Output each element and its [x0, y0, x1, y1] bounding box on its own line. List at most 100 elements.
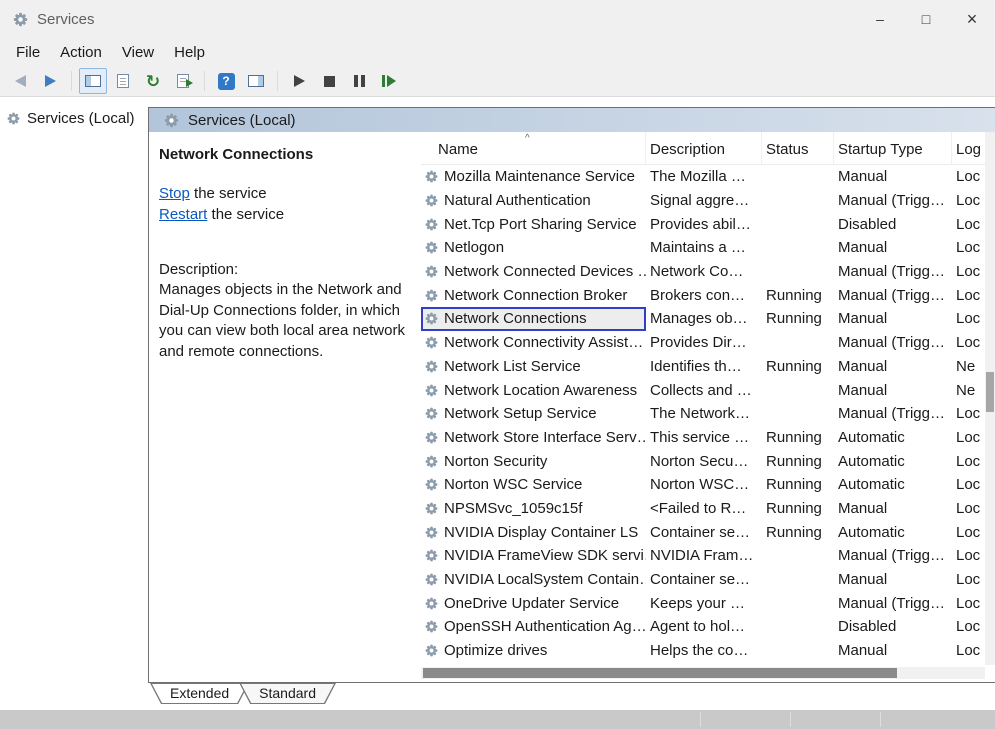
- gear-icon: [424, 311, 439, 326]
- service-status-cell: [762, 568, 834, 592]
- table-row[interactable]: NVIDIA FrameView SDK servi…NVIDIA Fram…M…: [421, 544, 995, 568]
- start-service-button[interactable]: [285, 68, 313, 94]
- table-row[interactable]: Network Connection BrokerBrokers con…Run…: [421, 283, 995, 307]
- horizontal-scrollbar-thumb[interactable]: [423, 668, 897, 678]
- table-row[interactable]: OpenSSH Authentication Ag…Agent to hol…D…: [421, 615, 995, 639]
- table-row[interactable]: Natural AuthenticationSignal aggre…Manua…: [421, 189, 995, 213]
- service-startup-type-cell: Automatic: [834, 426, 952, 450]
- table-row[interactable]: Network ConnectionsManages ob…RunningMan…: [421, 307, 995, 331]
- gear-icon: [424, 264, 439, 279]
- tab-label: Standard: [239, 683, 336, 703]
- table-row[interactable]: NetlogonMaintains a …ManualLoc: [421, 236, 995, 260]
- table-row[interactable]: Optimize drivesHelps the co…ManualLoc: [421, 639, 995, 663]
- service-startup-type-cell: Automatic: [834, 520, 952, 544]
- table-row[interactable]: Norton SecurityNorton Secu…RunningAutoma…: [421, 449, 995, 473]
- export-list-button[interactable]: [169, 68, 197, 94]
- menu-help[interactable]: Help: [164, 41, 215, 64]
- service-startup-type-cell: Manual: [834, 355, 952, 379]
- show-hide-console-tree-button[interactable]: [79, 68, 107, 94]
- service-status-cell: Running: [762, 283, 834, 307]
- gear-icon: [424, 406, 439, 421]
- stop-service-link[interactable]: Stop: [159, 185, 190, 202]
- service-status-cell: Running: [762, 520, 834, 544]
- service-name-label: NVIDIA LocalSystem Contain…: [444, 571, 646, 588]
- column-header-name[interactable]: Name^: [421, 132, 646, 164]
- service-name-label: Network Connected Devices …: [444, 263, 646, 280]
- vertical-scrollbar[interactable]: [985, 132, 995, 665]
- service-description-cell: Agent to hol…: [646, 615, 762, 639]
- table-row[interactable]: Net.Tcp Port Sharing ServiceProvides abi…: [421, 212, 995, 236]
- refresh-button[interactable]: ↻: [139, 68, 167, 94]
- table-row[interactable]: Network Connectivity Assist…Provides Dir…: [421, 331, 995, 355]
- menu-file[interactable]: File: [6, 41, 50, 64]
- table-row[interactable]: NVIDIA LocalSystem Contain…Container se……: [421, 568, 995, 592]
- table-row[interactable]: Network Setup ServiceThe Network…Manual …: [421, 402, 995, 426]
- service-description-cell: Container se…: [646, 568, 762, 592]
- table-row[interactable]: Network Store Interface Serv…This servic…: [421, 426, 995, 450]
- gear-icon: [424, 619, 439, 634]
- service-description-cell: Identifies th…: [646, 355, 762, 379]
- forward-button[interactable]: [36, 68, 64, 94]
- toolbar-separator: [71, 71, 72, 91]
- table-row[interactable]: Network Location AwarenessCollects and ……: [421, 378, 995, 402]
- toolbar-separator: [204, 71, 205, 91]
- bottom-strip: [0, 710, 995, 729]
- gear-icon: [424, 193, 439, 208]
- tab-extended[interactable]: Extended: [150, 683, 249, 704]
- play-icon: [294, 75, 305, 87]
- console-tree-pane: Services (Local): [0, 97, 148, 710]
- column-header-status[interactable]: Status: [762, 132, 834, 164]
- column-header-label: Log: [956, 141, 981, 158]
- column-header-description[interactable]: Description: [646, 132, 762, 164]
- table-row[interactable]: Norton WSC ServiceNorton WSC…RunningAuto…: [421, 473, 995, 497]
- table-row[interactable]: Mozilla Maintenance ServiceThe Mozilla ……: [421, 165, 995, 189]
- table-row[interactable]: Network Connected Devices …Network Co…Ma…: [421, 260, 995, 284]
- close-button[interactable]: ×: [949, 0, 995, 38]
- back-button[interactable]: [6, 68, 34, 94]
- table-row[interactable]: NPSMSvc_1059c15f<Failed to R…RunningManu…: [421, 497, 995, 521]
- stop-the-service-line: Stop the service: [159, 183, 411, 204]
- main-header-title: Services (Local): [188, 112, 296, 129]
- column-header-label: Startup Type: [838, 141, 923, 158]
- service-status-cell: [762, 591, 834, 615]
- vertical-scrollbar-thumb[interactable]: [986, 372, 994, 412]
- service-startup-type-cell: Manual (Trigg…: [834, 544, 952, 568]
- service-status-cell: [762, 236, 834, 260]
- table-row[interactable]: OneDrive Updater ServiceKeeps your …Manu…: [421, 591, 995, 615]
- tree-item-services-local[interactable]: Services (Local): [0, 110, 148, 127]
- service-startup-type-cell: Manual (Trigg…: [834, 331, 952, 355]
- service-name-label: OneDrive Updater Service: [444, 595, 619, 612]
- service-name-cell: Network Store Interface Serv…: [421, 426, 646, 450]
- service-status-cell: Running: [762, 473, 834, 497]
- tab-label: Extended: [150, 683, 249, 703]
- service-startup-type-cell: Automatic: [834, 449, 952, 473]
- stop-service-button[interactable]: [315, 68, 343, 94]
- service-name-cell: NVIDIA LocalSystem Contain…: [421, 568, 646, 592]
- service-startup-type-cell: Manual: [834, 307, 952, 331]
- table-row[interactable]: Network List ServiceIdentifies th…Runnin…: [421, 355, 995, 379]
- gear-icon: [424, 383, 439, 398]
- tab-standard[interactable]: Standard: [239, 683, 336, 704]
- properties-button[interactable]: [109, 68, 137, 94]
- window-title: Services: [37, 11, 95, 28]
- service-description-cell: This service …: [646, 426, 762, 450]
- menu-action[interactable]: Action: [50, 41, 112, 64]
- pause-service-button[interactable]: [345, 68, 373, 94]
- horizontal-scrollbar[interactable]: [421, 667, 985, 679]
- service-description-cell: Norton WSC…: [646, 473, 762, 497]
- service-startup-type-cell: Disabled: [834, 212, 952, 236]
- restart-service-link[interactable]: Restart: [159, 206, 207, 223]
- menu-view[interactable]: View: [112, 41, 164, 64]
- column-header-startup-type[interactable]: Startup Type: [834, 132, 952, 164]
- service-name-cell: Net.Tcp Port Sharing Service: [421, 212, 646, 236]
- help-button[interactable]: ?: [212, 68, 240, 94]
- maximize-button[interactable]: □: [903, 0, 949, 38]
- show-hide-action-pane-button[interactable]: [242, 68, 270, 94]
- stop-icon: [324, 76, 335, 87]
- table-row[interactable]: NVIDIA Display Container LSContainer se……: [421, 520, 995, 544]
- service-startup-type-cell: Manual: [834, 165, 952, 189]
- minimize-button[interactable]: –: [857, 0, 903, 38]
- restart-service-button[interactable]: [375, 68, 403, 94]
- main-header: Services (Local): [149, 108, 995, 132]
- service-startup-type-cell: Automatic: [834, 473, 952, 497]
